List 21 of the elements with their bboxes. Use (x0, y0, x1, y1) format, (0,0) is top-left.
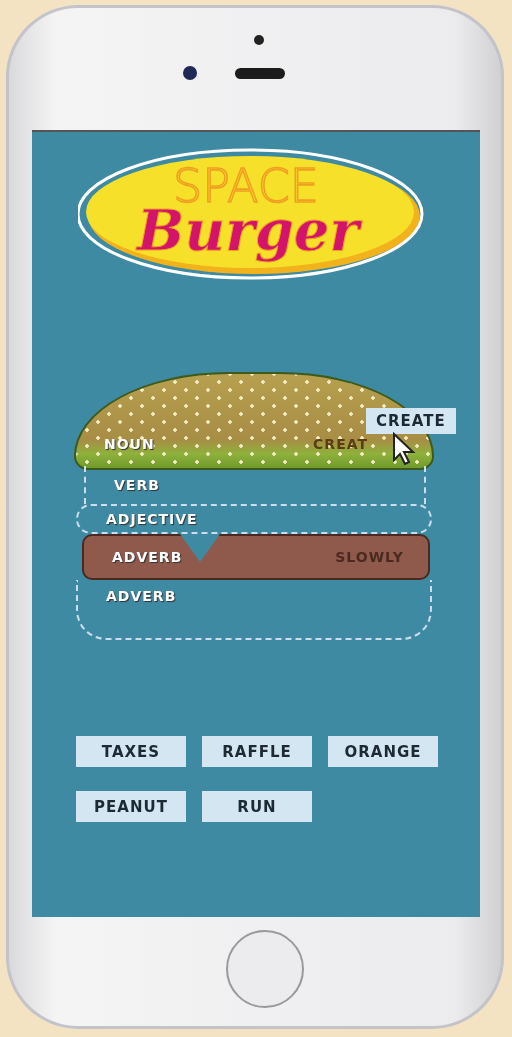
word-type-label: ADVERB (106, 588, 177, 604)
placed-word: SLOWLY (335, 549, 404, 565)
word-tile[interactable]: RAFFLE (202, 736, 312, 767)
word-tile[interactable]: ORANGE (328, 736, 438, 767)
word-type-label: ADJECTIVE (106, 511, 198, 527)
speaker-grille (235, 67, 285, 79)
patty[interactable]: ADVERB SLOWLY (82, 534, 430, 580)
dragged-word-tile[interactable]: CREATE (366, 408, 456, 434)
placed-word: CREAT (313, 436, 368, 452)
sensor-dot (254, 35, 264, 45)
word-type-label: ADVERB (112, 549, 183, 565)
word-type-label: NOUN (104, 436, 155, 452)
notch-icon (180, 534, 220, 562)
cursor-icon (392, 432, 416, 466)
word-tile[interactable]: PEANUT (76, 791, 186, 822)
word-tile[interactable]: TAXES (76, 736, 186, 767)
camera-icon (183, 66, 197, 80)
word-slot[interactable]: VERB (84, 466, 426, 504)
word-tile[interactable]: RUN (202, 791, 312, 822)
bottom-bun-slot[interactable]: ADVERB (76, 580, 432, 640)
word-type-label: VERB (114, 477, 160, 493)
